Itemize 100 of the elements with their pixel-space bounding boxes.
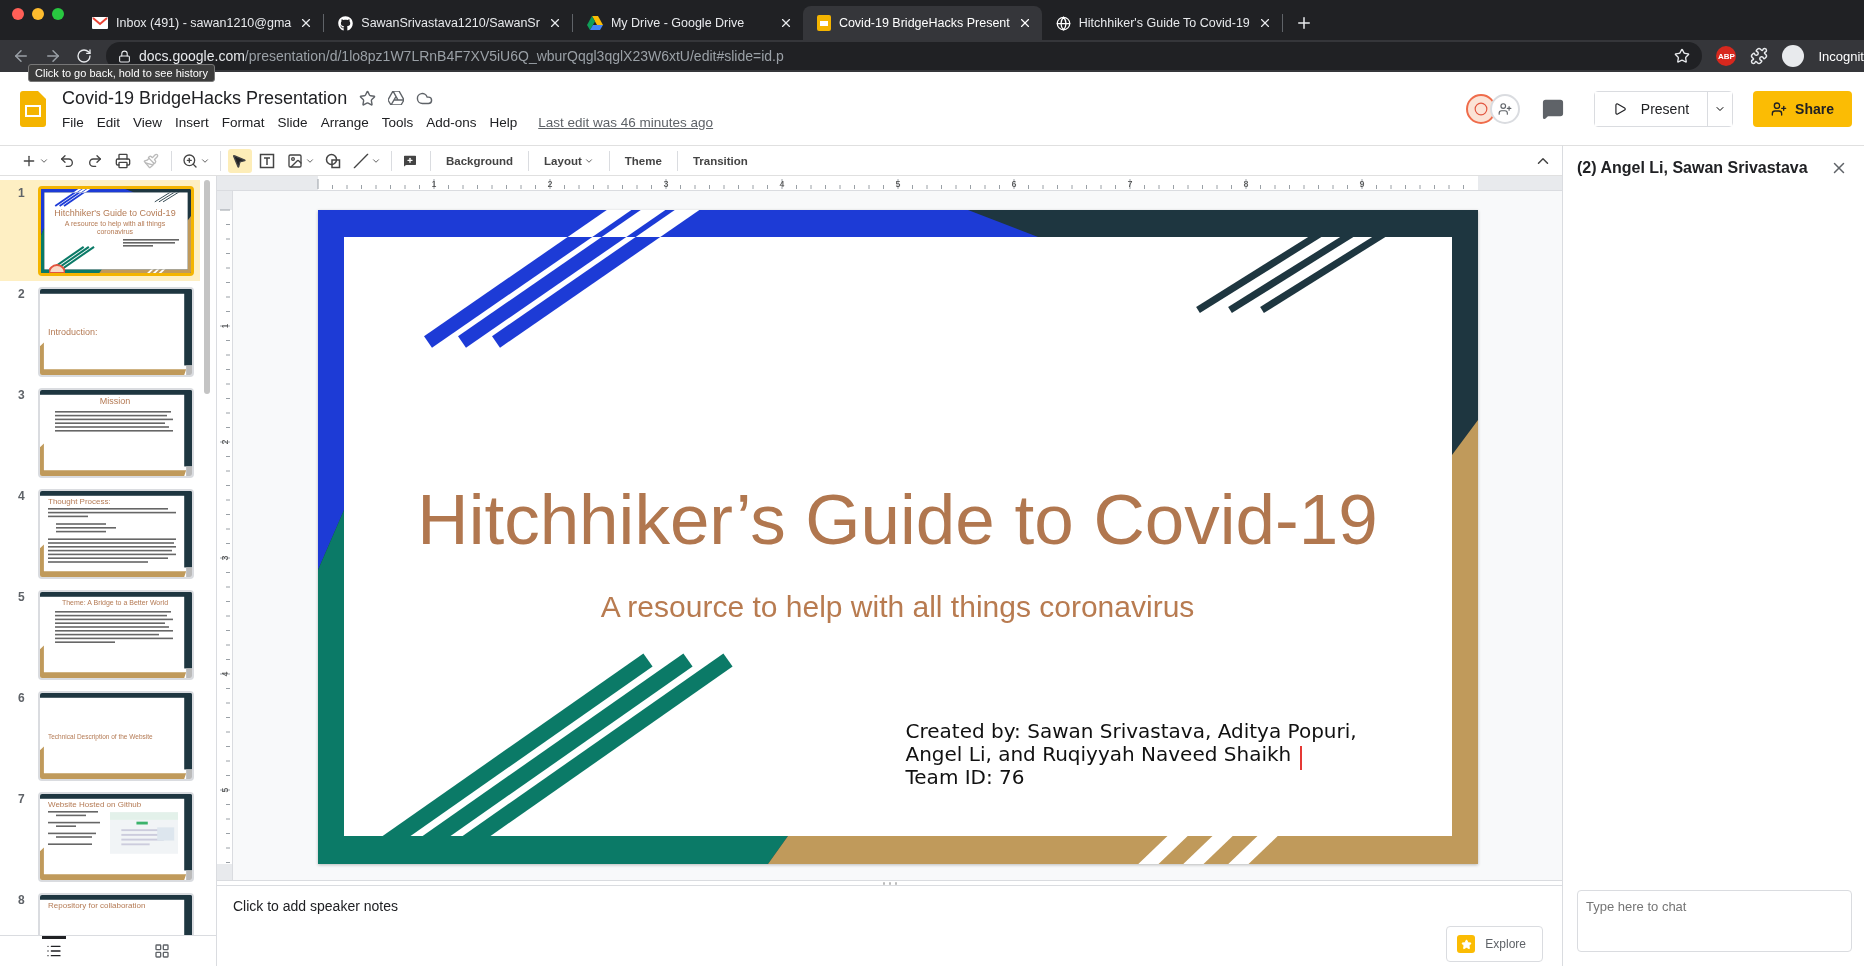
cat-icon xyxy=(338,15,354,31)
slide-number: 1 xyxy=(18,186,26,202)
print-icon xyxy=(115,152,131,169)
menu-item[interactable]: File xyxy=(62,114,84,130)
browser-tab[interactable]: SawanSrivastava1210/SawanSr xyxy=(324,6,572,40)
toolbar-text-button[interactable]: Layout xyxy=(536,148,602,173)
triangle-logo-icon xyxy=(586,16,603,30)
menu-item[interactable]: Slide xyxy=(277,114,308,130)
thumb-title: Website Hosted on Github xyxy=(48,801,143,810)
chat-title: (2) Angel Li, Sawan Srivastava xyxy=(1577,159,1808,177)
star-icon[interactable] xyxy=(359,89,377,107)
browser-tab[interactable]: Hitchhiker's Guide To Covid-19 xyxy=(1041,6,1282,40)
mail-icon xyxy=(92,17,108,29)
tooltip: Click to go back, hold to see history xyxy=(28,64,216,82)
person-icon xyxy=(1771,100,1788,117)
text-box-icon xyxy=(259,152,275,169)
ruler-number: 3 xyxy=(220,555,230,561)
menu-item[interactable]: Format xyxy=(221,114,265,130)
lock-icon xyxy=(118,49,131,63)
browser-tab[interactable]: Covid-19 BridgeHacks Present xyxy=(802,6,1042,40)
comments-icon[interactable] xyxy=(1541,97,1564,120)
line-icon xyxy=(353,152,369,169)
present-button[interactable]: Present xyxy=(1594,91,1709,126)
menu-item[interactable]: Insert xyxy=(175,114,209,130)
slide-number: 8 xyxy=(18,893,26,909)
slide-thumbnail[interactable]: Website Hosted on Github xyxy=(38,792,194,882)
ruler-number: 5 xyxy=(220,787,230,793)
ruler-number: 4 xyxy=(779,179,785,189)
close-window-button[interactable] xyxy=(12,8,24,20)
extensions-icon[interactable] xyxy=(1750,47,1769,65)
ruler-number: 2 xyxy=(547,179,553,189)
menu-item[interactable]: Help xyxy=(489,114,518,130)
credits-text: Team ID: 76 xyxy=(905,766,1025,789)
grid-icon xyxy=(154,943,170,959)
credits-text: Angel Li, and Ruqiyyah Naveed Shaikh xyxy=(905,743,1292,766)
last-edit-link[interactable]: Last edit was 46 minutes ago xyxy=(538,114,714,130)
toolbar-text-button[interactable]: Theme xyxy=(616,148,670,173)
drive-icon[interactable] xyxy=(388,91,405,105)
globe-icon xyxy=(1055,15,1071,31)
slide-thumbnail[interactable]: Repository for collaboration xyxy=(38,893,194,935)
slide-number: 4 xyxy=(18,489,26,505)
zoom-icon xyxy=(182,152,198,169)
document-title[interactable]: Covid-19 BridgeHacks Presentation xyxy=(62,87,348,109)
avatar-icon xyxy=(49,263,65,273)
redo-icon xyxy=(87,152,103,169)
toolbar-text-button[interactable]: Background xyxy=(438,148,522,173)
undo-icon xyxy=(59,152,75,169)
ruler-number: 5 xyxy=(895,179,901,189)
play-icon xyxy=(1612,101,1627,116)
anonymous-avatar[interactable] xyxy=(1489,93,1520,124)
credits-text: Created by: Sawan Srivastava, Aditya Popuri, xyxy=(905,720,1357,743)
ruler-number: 9 xyxy=(1359,179,1365,189)
chat-input[interactable]: Type here to chat xyxy=(1577,890,1852,952)
slide-title: Hitchhiker’s Guide to Covid-19 xyxy=(417,479,1378,561)
text-cursor xyxy=(1299,746,1302,770)
browser-tab[interactable]: My Drive - Google Drive xyxy=(572,6,803,40)
slide-thumbnail[interactable]: Introduction: xyxy=(38,287,194,377)
bookmark-star-icon[interactable] xyxy=(1674,48,1691,64)
slide-number: 3 xyxy=(18,388,26,404)
minimize-window-button[interactable] xyxy=(32,8,44,20)
resize-handle[interactable] xyxy=(880,881,899,885)
profile-avatar[interactable] xyxy=(1782,45,1805,67)
slide-thumbnail[interactable]: Thought Process: xyxy=(38,489,194,579)
menu-item[interactable]: Add-ons xyxy=(426,114,477,130)
thumb-title: Mission xyxy=(99,397,131,407)
share-button[interactable]: Share xyxy=(1753,90,1852,127)
extension-badge[interactable]: ABP xyxy=(1716,46,1737,66)
address-bar[interactable]: docs.google.com/presentation/d/1lo8pz1W7LRnB4F7XV5iU6Q_wburQqgl3qglX23W6xtU/edit#slide=id.p xyxy=(106,42,1703,70)
slide-number: 2 xyxy=(18,287,26,303)
pointer-icon xyxy=(231,152,247,169)
zoom-window-button[interactable] xyxy=(52,8,64,20)
browser-tab[interactable]: Inbox (491) - sawan1210@gma xyxy=(78,6,324,40)
list-icon xyxy=(46,943,62,959)
reload-icon[interactable] xyxy=(76,48,92,64)
menu-item[interactable]: Edit xyxy=(96,114,121,130)
menu-item[interactable]: Tools xyxy=(381,114,414,130)
speaker-notes-placeholder[interactable]: Click to add speaker notes xyxy=(233,898,398,962)
forward-icon[interactable] xyxy=(44,47,62,65)
thumb-title: Hitchhiker's Guide to Covid-19 xyxy=(54,209,176,219)
menu-item[interactable]: Arrange xyxy=(320,114,369,130)
slides-icon xyxy=(816,15,831,31)
slide-number: 5 xyxy=(18,590,26,606)
image-icon xyxy=(287,152,303,169)
slide-thumbnail[interactable]: Mission xyxy=(38,388,194,478)
ruler-number: 1 xyxy=(220,323,230,329)
menu-item[interactable]: View xyxy=(133,114,163,130)
toolbar-button[interactable] xyxy=(228,148,252,173)
shapes-icon xyxy=(325,152,341,169)
explore-button[interactable]: Explore xyxy=(1446,926,1543,962)
toolbar-text-button[interactable]: Transition xyxy=(684,148,756,173)
thumb-title: Repository for collaboration xyxy=(48,902,147,911)
slide-subtitle: A resource to help with all things coronavirus xyxy=(600,590,1195,624)
paint-format-icon xyxy=(143,152,159,169)
ruler-number: 2 xyxy=(220,439,230,445)
slide-number: 6 xyxy=(18,691,26,707)
ruler-number: 4 xyxy=(220,671,230,677)
slide-number: 7 xyxy=(18,792,26,808)
add-comment-icon xyxy=(402,152,418,169)
thumb-title: Introduction: xyxy=(48,327,99,338)
back-icon[interactable] xyxy=(12,47,30,65)
